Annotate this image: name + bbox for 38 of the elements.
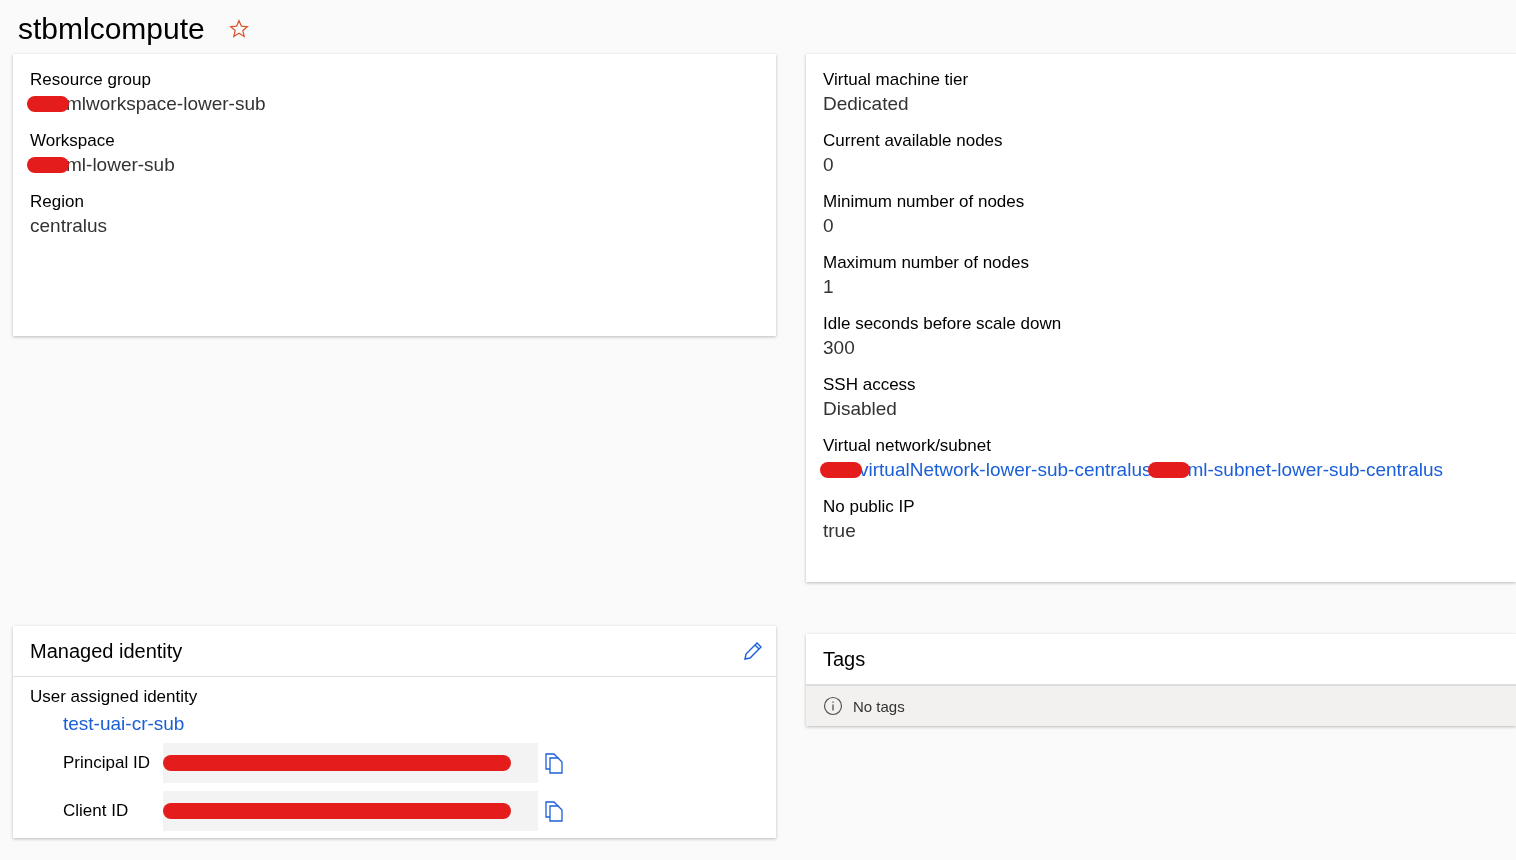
property-value: 0 xyxy=(823,215,834,237)
identity-link[interactable]: test-uai-cr-sub xyxy=(63,713,759,735)
card-title: Managed identity xyxy=(30,639,183,663)
id-field[interactable] xyxy=(163,791,538,831)
property-value: 0 xyxy=(823,154,834,176)
property-label: Virtual network/subnet xyxy=(823,436,992,456)
property-label: No public IP xyxy=(823,497,916,517)
copy-icon[interactable] xyxy=(542,798,566,824)
property-label: Minimum number of nodes xyxy=(823,192,1026,212)
card-title: Tags xyxy=(823,647,866,671)
property-label: Workspace xyxy=(30,131,116,151)
property-label: Resource group xyxy=(30,70,152,90)
property-label: Maximum number of nodes xyxy=(823,253,1030,273)
page-title: stbmlcompute xyxy=(18,12,205,46)
star-icon[interactable] xyxy=(228,19,249,39)
property-value: centralus xyxy=(30,215,108,237)
identity-type-label: User assigned identity xyxy=(30,687,199,707)
property-value: Dedicated xyxy=(823,93,909,115)
id-label: Client ID xyxy=(63,801,130,821)
property-label: SSH access xyxy=(823,375,917,395)
property-value: Disabled xyxy=(823,398,897,420)
redaction-mark xyxy=(27,157,69,173)
property-value: 300 xyxy=(823,337,855,359)
property-label: Region xyxy=(30,192,85,212)
property-label: Idle seconds before scale down xyxy=(823,314,1063,334)
link[interactable]: ml-subnet-lower-sub-centralus xyxy=(1187,459,1444,481)
property-value: 1 xyxy=(823,276,834,298)
no-tags-message: No tags xyxy=(853,697,905,715)
info-icon xyxy=(823,696,843,716)
id-label: Principal ID xyxy=(63,753,151,773)
redaction-mark xyxy=(820,462,862,478)
copy-icon[interactable] xyxy=(542,750,566,776)
redaction-mark xyxy=(27,96,69,112)
link[interactable]: virtualNetwork-lower-sub-centralus xyxy=(859,459,1152,481)
id-field[interactable] xyxy=(163,743,538,783)
property-label: Current available nodes xyxy=(823,131,1004,151)
property-value: true xyxy=(823,520,856,542)
property-label: Virtual machine tier xyxy=(823,70,970,90)
